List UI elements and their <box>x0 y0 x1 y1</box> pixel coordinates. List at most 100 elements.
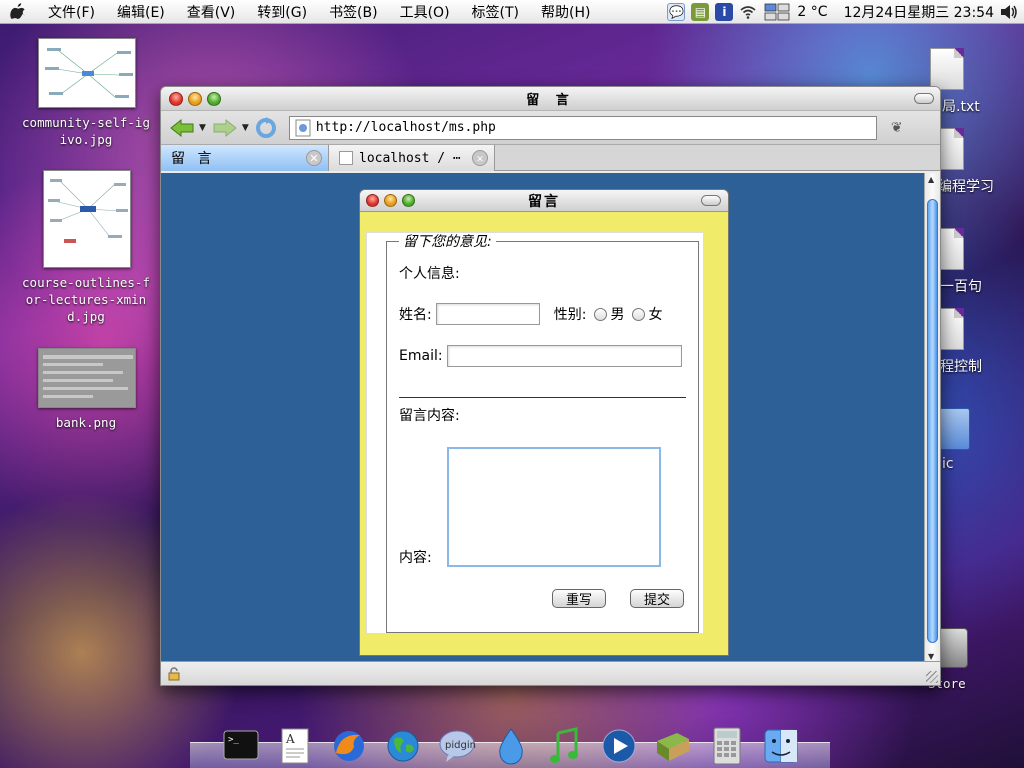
back-history-dropdown-icon[interactable]: ▼ <box>199 123 206 133</box>
desktop-icon-label[interactable]: 编程学习 <box>938 176 994 196</box>
fieldset-legend: 留下您的意见: <box>403 234 492 250</box>
navigation-toolbar: ▼ ▼ ❦ <box>161 111 940 145</box>
url-input[interactable] <box>315 117 866 138</box>
desktop-icon-label: bank.png <box>55 415 117 430</box>
desktop-icon-label: course-outlines-for-lectures-xmind.jpg <box>22 275 150 324</box>
menu-help[interactable]: 帮助(H) <box>541 2 590 22</box>
tab-localhost[interactable]: localhost / ⋯ ✕ <box>329 145 495 171</box>
gender-male-label: 男 <box>610 307 625 323</box>
tab-label: localhost / ⋯ <box>359 150 461 166</box>
terminal-icon[interactable]: >_ <box>222 725 260 767</box>
submit-button[interactable]: 提交 <box>630 589 684 608</box>
scrollbar-thumb[interactable] <box>927 199 938 643</box>
firefox-icon[interactable] <box>330 725 368 767</box>
desktop-icon-community-image[interactable]: community-self-igivo.jpg <box>22 38 152 148</box>
image-thumbnail-icon <box>38 348 136 408</box>
menu-view[interactable]: 查看(V) <box>187 2 236 22</box>
back-button[interactable] <box>169 115 195 141</box>
desktop-icon-label[interactable]: ic <box>942 456 954 472</box>
menu-file[interactable]: 文件(F) <box>48 2 95 22</box>
desktop-icon-bank-image[interactable]: bank.png <box>26 348 148 431</box>
window-controls <box>169 91 221 106</box>
form-window-titlebar: 留言 <box>360 190 728 212</box>
tab-label: 留 言 <box>171 151 216 167</box>
tab-bar: 留 言 ✕ localhost / ⋯ ✕ <box>161 145 940 171</box>
calculator-icon[interactable] <box>708 725 746 767</box>
folder-icon[interactable] <box>938 408 970 450</box>
desktop-icon-label[interactable]: 一百句 <box>940 276 982 296</box>
message-content-textarea[interactable] <box>447 447 661 567</box>
content-label: 内容: <box>399 550 432 566</box>
zoom-window-button[interactable] <box>207 91 221 106</box>
desktop-icon-course-outline-image[interactable]: course-outlines-for-lectures-xmind.jpg <box>20 170 154 325</box>
weather-temperature[interactable]: 2 °C <box>797 4 827 20</box>
tab-message[interactable]: 留 言 ✕ <box>161 145 329 171</box>
menu-tabs[interactable]: 标签(T) <box>472 2 519 22</box>
gender-label: 性别: <box>553 307 587 323</box>
menu-edit[interactable]: 编辑(E) <box>117 2 165 22</box>
minimize-window-button[interactable] <box>188 91 202 106</box>
volume-icon[interactable] <box>1000 3 1018 21</box>
desktop-icon-label: community-self-igivo.jpg <box>22 115 150 147</box>
personal-info-heading: 个人信息: <box>399 266 460 282</box>
svg-text:pidgin: pidgin <box>445 740 476 751</box>
vertical-scrollbar[interactable]: ▲ ▼ <box>924 173 940 663</box>
menu-bookmarks[interactable]: 书签(B) <box>329 2 378 22</box>
wifi-icon[interactable] <box>739 3 757 21</box>
finder-icon[interactable] <box>762 725 800 767</box>
earth-browser-icon[interactable] <box>384 725 422 767</box>
email-row: Email: <box>399 345 682 367</box>
workspace-switcher-icon[interactable] <box>763 3 791 21</box>
browser-titlebar[interactable]: 留 言 <box>161 87 940 111</box>
gender-female-radio[interactable] <box>632 307 646 321</box>
resize-grip-icon[interactable] <box>926 671 938 683</box>
close-window-button[interactable] <box>169 91 183 106</box>
scroll-down-arrow-icon[interactable]: ▼ <box>928 652 934 661</box>
message-fieldset: 留下您的意见: 个人信息: 姓名: 性别: 男 女 Email: 留言内容: 内… <box>386 231 699 633</box>
activity-throbber-icon: ❦ <box>890 119 903 136</box>
image-thumbnail-icon <box>38 38 136 108</box>
reload-button[interactable] <box>255 115 277 141</box>
reset-button[interactable]: 重写 <box>552 589 606 608</box>
water-drop-icon[interactable] <box>492 725 530 767</box>
pidgin-chat-icon[interactable]: pidgin <box>438 725 476 767</box>
image-thumbnail-icon <box>43 170 131 268</box>
phpmyadmin-favicon-icon <box>339 151 353 165</box>
info-icon[interactable]: i <box>715 3 734 21</box>
site-identity-icon[interactable] <box>294 119 312 137</box>
books-icon[interactable] <box>654 725 692 767</box>
music-note-icon[interactable] <box>546 725 584 767</box>
apple-menu-icon[interactable] <box>8 2 28 22</box>
text-editor-icon[interactable]: A <box>276 725 314 767</box>
security-lock-icon[interactable] <box>167 667 181 681</box>
email-label: Email: <box>399 348 443 364</box>
address-bar[interactable] <box>288 115 877 140</box>
menu-tools[interactable]: 工具(O) <box>400 2 450 22</box>
browser-window: 留 言 ▼ ▼ ❦ 留 言 ✕ localhost / ⋯ ✕ <box>160 86 941 686</box>
menu-bar: 文件(F) 编辑(E) 查看(V) 转到(G) 书签(B) 工具(O) 标签(T… <box>0 0 1024 24</box>
dock: >_ A pidgin <box>222 713 800 767</box>
name-input[interactable] <box>435 303 540 325</box>
forward-history-dropdown-icon[interactable]: ▼ <box>242 123 249 133</box>
desktop-icon-label[interactable]: 局.txt <box>942 96 980 116</box>
desktop-icon-label[interactable]: 程控制 <box>940 356 982 376</box>
text-file-icon[interactable] <box>930 48 964 90</box>
toolbar-toggle-button[interactable] <box>914 93 934 104</box>
tab-close-icon[interactable]: ✕ <box>472 150 488 166</box>
divider <box>399 397 686 398</box>
email-input[interactable] <box>446 345 682 367</box>
reload-icon <box>255 116 276 138</box>
clock[interactable]: 12月24日星期三 23:54 <box>844 2 994 22</box>
forward-button[interactable] <box>212 115 238 141</box>
media-player-icon[interactable] <box>600 725 638 767</box>
scroll-up-arrow-icon[interactable]: ▲ <box>928 175 934 184</box>
chat-bubble-icon[interactable]: 💬 <box>667 3 686 21</box>
name-label: 姓名: <box>399 307 432 323</box>
tab-close-icon[interactable]: ✕ <box>306 150 322 166</box>
svg-text:>_: >_ <box>228 735 239 745</box>
back-arrow-icon <box>170 118 194 137</box>
menu-go[interactable]: 转到(G) <box>257 2 307 22</box>
svg-text:A: A <box>285 732 295 746</box>
gender-male-radio[interactable] <box>594 307 608 321</box>
books-icon[interactable]: ▤ <box>691 3 710 21</box>
